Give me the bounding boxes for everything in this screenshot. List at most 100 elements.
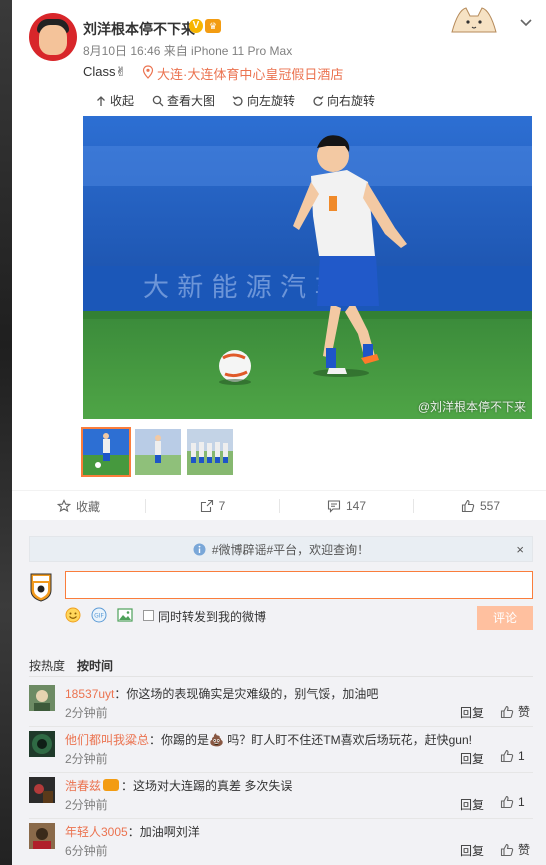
- collapse-label: 收起: [110, 94, 135, 108]
- sort-divider: [29, 676, 533, 677]
- comment-like-button[interactable]: 赞: [500, 703, 530, 720]
- comment-like-label: 赞: [518, 705, 531, 719]
- commenter-avatar[interactable]: [29, 823, 55, 849]
- fox-decoration-icon: [451, 7, 497, 33]
- rotate-left-button[interactable]: 向左旋转: [232, 92, 295, 109]
- rotate-right-button[interactable]: 向右旋转: [312, 92, 375, 109]
- verified-icon: V: [189, 19, 203, 33]
- commenter-name[interactable]: 18537uyt: [65, 687, 114, 701]
- comment-text-line: 年轻人3005：加油啊刘洋: [65, 823, 200, 840]
- location-link[interactable]: 大连·大连体育中心皇冠假日酒店: [157, 64, 343, 83]
- comment-like-button[interactable]: 1: [500, 795, 525, 809]
- rotate-right-label: 向右旋转: [327, 94, 376, 108]
- smiley-icon[interactable]: [65, 607, 81, 623]
- comment-time: 2分钟前: [65, 706, 108, 720]
- comment-item: 18537uyt：你这场的表现确实是灾难级的，别气馁，加油吧 2分钟前 回复 赞: [12, 681, 546, 727]
- comment-text-line: 浩春兹 ：这场对大连踢的真差 多次失误: [65, 777, 292, 794]
- comment-button[interactable]: 147: [280, 491, 413, 521]
- comment-text: ：你这场的表现确实是灾难级的，别气馁，加油吧: [114, 687, 379, 701]
- comment-text: ：你踢的是💩 吗？盯人盯不住还TM喜欢后场玩花，赶快gun!: [149, 733, 472, 747]
- comment-text: ：加油啊刘洋: [127, 825, 200, 839]
- view-large-button[interactable]: 查看大图: [152, 92, 215, 109]
- repost-icon: [200, 499, 213, 513]
- svg-text:GIF: GIF: [94, 613, 104, 620]
- close-icon[interactable]: ×: [516, 542, 524, 557]
- photo-watermark: @刘洋根本停不下来: [417, 400, 526, 414]
- repost-checkbox[interactable]: [143, 610, 154, 621]
- reply-button[interactable]: 回复: [460, 704, 484, 721]
- commenter-name[interactable]: 浩春兹: [65, 779, 101, 793]
- thumbs-up-icon: [500, 705, 514, 718]
- thumbs-up-icon: [500, 843, 514, 856]
- reply-button[interactable]: 回复: [460, 750, 484, 767]
- svg-text:大 新 能 源 汽 车: 大 新 能 源 汽 车: [143, 273, 340, 303]
- post-meta: 8月10日 16:46 来自 iPhone 11 Pro Max: [83, 44, 293, 58]
- comment-time: 2分钟前: [65, 752, 108, 766]
- repost-label: 同时转发到我的微博: [158, 610, 267, 624]
- post-photo[interactable]: 大 新 能 源 汽 车 @刘洋根本停不下来: [83, 116, 532, 419]
- search-icon: [152, 95, 164, 106]
- background-strip: [0, 0, 12, 865]
- thumbs-up-icon: [500, 795, 514, 809]
- commenter-name[interactable]: 他们都叫我粱总: [65, 733, 149, 747]
- comment-like-label: 1: [518, 795, 525, 809]
- soccer-player-photo: 大 新 能 源 汽 车: [83, 116, 532, 419]
- comment-section: #微博辟谣#平台，欢迎查询！ × GIF 同时转发到我的微博 评论 按热度 按时…: [12, 520, 546, 865]
- comment-like-button[interactable]: 1: [500, 749, 525, 763]
- user-avatar[interactable]: [29, 13, 77, 61]
- rotate-left-icon: [232, 95, 243, 106]
- star-icon: [56, 499, 71, 513]
- thumbnail-3[interactable]: [187, 429, 233, 475]
- collapse-button[interactable]: 收起: [95, 92, 134, 109]
- location-pin-icon: [142, 65, 154, 79]
- thumbs-up-icon: [461, 499, 475, 513]
- thumbnail-2[interactable]: [135, 429, 181, 475]
- commenter-avatar[interactable]: [29, 777, 55, 803]
- post: 刘洋根本停不下来 V ♛ 8月10日 16:46 来自 iPhone 11 Pr…: [12, 0, 546, 490]
- weibo-card: 刘洋根本停不下来 V ♛ 8月10日 16:46 来自 iPhone 11 Pr…: [12, 0, 546, 865]
- comment-text: ：这场对大连踢的真差 多次失误: [121, 779, 293, 793]
- post-actions: 收藏 7 147 557: [12, 490, 546, 520]
- sort-by-heat[interactable]: 按热度: [29, 657, 65, 674]
- arrow-up-icon: [97, 95, 105, 106]
- info-icon: [193, 543, 206, 555]
- like-count: 557: [479, 499, 501, 513]
- comment-time: 6分钟前: [65, 844, 108, 858]
- vip-badge-icon: [103, 779, 120, 791]
- commenter-avatar[interactable]: [29, 685, 55, 711]
- comment-count: 147: [345, 499, 367, 513]
- comment-input[interactable]: [65, 571, 533, 599]
- view-large-label: 查看大图: [167, 94, 216, 108]
- rotate-left-label: 向左旋转: [247, 94, 296, 108]
- reply-button[interactable]: 回复: [460, 796, 484, 813]
- commenter-avatar[interactable]: [29, 731, 55, 757]
- rotate-right-icon: [313, 95, 324, 106]
- comment-item: 他们都叫我粱总：你踢的是💩 吗？盯人盯不住还TM喜欢后场玩花，赶快gun! 2分…: [12, 727, 546, 773]
- thumbs-up-icon: [500, 749, 514, 763]
- notice-text[interactable]: #微博辟谣#平台，欢迎查询！: [212, 541, 369, 558]
- repost-count: 7: [218, 499, 226, 513]
- chevron-down-icon[interactable]: [518, 14, 534, 30]
- repost-button[interactable]: 7: [146, 491, 279, 521]
- commenter-name[interactable]: 年轻人3005: [65, 825, 128, 839]
- comment-like-button[interactable]: 赞: [500, 841, 530, 858]
- image-icon[interactable]: [117, 607, 133, 623]
- comment-like-label: 1: [518, 749, 525, 763]
- gif-icon[interactable]: GIF: [91, 607, 107, 623]
- like-button[interactable]: 557: [414, 491, 546, 521]
- reply-button[interactable]: 回复: [460, 842, 484, 859]
- favorite-label: 收藏: [75, 499, 100, 514]
- comment-item: 年轻人3005：加油啊刘洋 6分钟前 回复 赞: [12, 819, 546, 865]
- comment-text-line: 18537uyt：你这场的表现确实是灾难级的，别气馁，加油吧: [65, 685, 378, 702]
- comment-item: 浩春兹 ：这场对大连踢的真差 多次失误 2分钟前 回复 1: [12, 773, 546, 819]
- post-content: Class✌: [83, 64, 127, 79]
- comment-like-label: 赞: [518, 843, 531, 857]
- rumor-notice: #微博辟谣#平台，欢迎查询！ ×: [29, 536, 533, 562]
- thumbnail-1[interactable]: [81, 427, 131, 477]
- sort-by-time[interactable]: 按时间: [77, 657, 113, 674]
- club-crest-avatar[interactable]: [29, 572, 53, 602]
- submit-comment-button[interactable]: 评论: [477, 606, 533, 630]
- comment-text-line: 他们都叫我粱总：你踢的是💩 吗？盯人盯不住还TM喜欢后场玩花，赶快gun!: [65, 731, 472, 748]
- username[interactable]: 刘洋根本停不下来: [83, 19, 195, 39]
- favorite-button[interactable]: 收藏: [12, 491, 145, 521]
